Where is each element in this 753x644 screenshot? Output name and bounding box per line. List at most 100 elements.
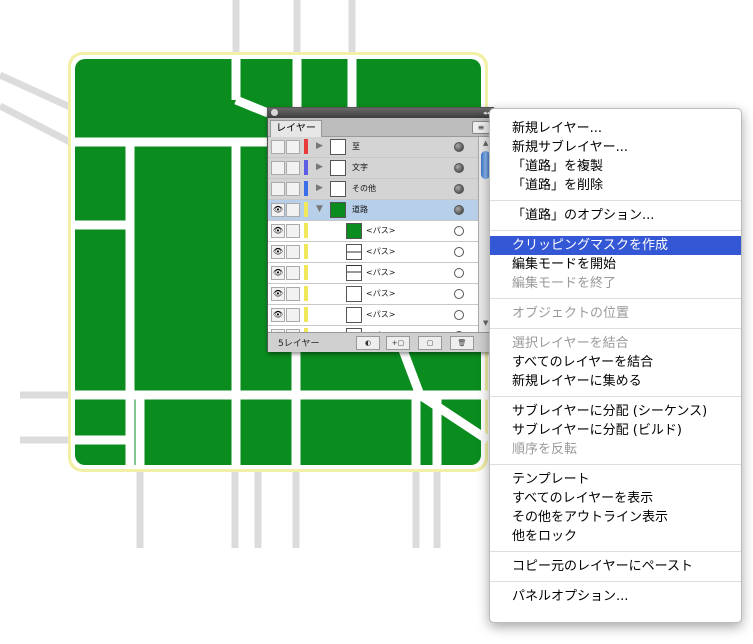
layer-thumbnail (330, 202, 346, 218)
menu-separator (490, 298, 741, 299)
menu-item[interactable]: パネルオプション... (490, 587, 741, 606)
target-circle[interactable] (454, 289, 464, 299)
tab-layers[interactable]: レイヤー (270, 120, 322, 137)
scroll-down-icon[interactable]: ▼ (483, 319, 488, 327)
sublayer-row[interactable]: 👁 <パス> (268, 284, 478, 305)
path-name: <パス> (366, 310, 396, 319)
menu-item: 選択レイヤーを結合 (490, 334, 741, 353)
menu-item[interactable]: 「道路」を削除 (490, 176, 741, 195)
panel-tabs: レイヤー ≡ (268, 118, 493, 137)
make-clip-icon[interactable]: ◐ (356, 336, 380, 350)
menu-separator (490, 200, 741, 201)
lock-toggle[interactable] (286, 182, 300, 196)
expand-down-icon[interactable]: ▼ (316, 204, 323, 214)
layer-row[interactable]: ▶ その他 (268, 179, 478, 200)
menu-item[interactable]: 新規レイヤー... (490, 119, 741, 138)
visibility-toggle[interactable]: 👁 (271, 287, 285, 301)
visibility-toggle[interactable]: 👁 (271, 245, 285, 259)
expand-right-icon[interactable]: ▶ (316, 183, 323, 193)
menu-separator (490, 328, 741, 329)
new-layer-icon[interactable]: ▢ (418, 336, 442, 350)
menu-item-label: 編集モードを終了 (512, 276, 617, 291)
layer-row[interactable]: 👁 ▼ 道路 (268, 200, 478, 221)
menu-item[interactable]: テンプレート (490, 470, 741, 489)
menu-item[interactable]: 新規サブレイヤー... (490, 138, 741, 157)
target-circle[interactable] (454, 268, 464, 278)
layer-row[interactable]: ▶ 文字 (268, 158, 478, 179)
target-circle[interactable] (454, 310, 464, 320)
menu-item: 順序を反転 (490, 440, 741, 459)
panel-titlebar[interactable]: ◂◂ (268, 108, 493, 118)
layers-context-menu: 新規レイヤー... 新規サブレイヤー... 「道路」を複製 「道路」を削除「道路」のオ… (489, 108, 742, 623)
menu-item-label: パネルオプション... (512, 589, 629, 604)
visibility-toggle[interactable]: 👁 (271, 224, 285, 238)
layers-panel: ◂◂ レイヤー ≡ ▶ 至 ▶ 文字 ▶ その他 👁 ▼ 道路 👁 <パス> 👁 <パス> 👁 <パス> 👁 <… (267, 107, 494, 352)
menu-separator (490, 230, 741, 231)
target-circle[interactable] (454, 163, 464, 173)
sublayer-row[interactable]: 👁 <パス> (268, 305, 478, 326)
menu-item[interactable]: その他をアウトライン表示 (490, 508, 741, 527)
menu-item[interactable]: クリッピングマスクを作成 (490, 236, 741, 255)
visibility-toggle[interactable]: 👁 (271, 308, 285, 322)
menu-item-label: 「道路」を複製 (512, 159, 604, 174)
menu-item[interactable]: すべてのレイヤーを結合 (490, 353, 741, 372)
menu-item-label: オブジェクトの位置 (512, 306, 630, 321)
menu-item-label: 新規サブレイヤー... (512, 140, 629, 155)
sublayer-row[interactable]: 👁 <パス> (268, 221, 478, 242)
layer-color-bar (304, 286, 308, 301)
trash-icon[interactable]: 🗑 (450, 336, 474, 350)
target-circle[interactable] (454, 205, 464, 215)
lock-toggle[interactable] (286, 308, 300, 322)
menu-item[interactable]: コピー元のレイヤーにペースト (490, 557, 741, 576)
layer-row[interactable]: ▶ 至 (268, 137, 478, 158)
visibility-toggle[interactable] (271, 182, 285, 196)
menu-item[interactable]: 「道路」のオプション... (490, 206, 741, 225)
lock-toggle[interactable] (286, 140, 300, 154)
layer-count: 5レイヤー (278, 339, 320, 349)
close-icon[interactable] (271, 109, 278, 116)
visibility-toggle[interactable]: 👁 (271, 203, 285, 217)
layer-color-bar (304, 307, 308, 322)
expand-right-icon[interactable]: ▶ (316, 162, 323, 172)
menu-item-label: その他をアウトライン表示 (512, 510, 669, 525)
path-thumbnail (346, 286, 362, 302)
menu-item: オブジェクトの位置 (490, 304, 741, 323)
expand-right-icon[interactable]: ▶ (316, 141, 323, 151)
eye-icon: 👁 (272, 310, 284, 319)
lock-toggle[interactable] (286, 224, 300, 238)
visibility-toggle[interactable]: 👁 (271, 266, 285, 280)
target-circle[interactable] (454, 142, 464, 152)
layer-thumbnail (330, 139, 346, 155)
menu-item[interactable]: 他をロック (490, 527, 741, 546)
eye-icon: 👁 (272, 289, 284, 298)
menu-item[interactable]: サブレイヤーに分配 (シーケンス) (490, 402, 741, 421)
visibility-toggle[interactable] (271, 161, 285, 175)
lock-toggle[interactable] (286, 161, 300, 175)
sublayer-row[interactable]: 👁 <パス> (268, 263, 478, 284)
target-circle[interactable] (454, 184, 464, 194)
layer-color-bar (304, 244, 308, 259)
menu-item[interactable]: サブレイヤーに分配 (ビルド) (490, 421, 741, 440)
target-circle[interactable] (454, 226, 464, 236)
menu-item[interactable]: 編集モードを開始 (490, 255, 741, 274)
visibility-toggle[interactable] (271, 140, 285, 154)
scroll-up-icon[interactable]: ▲ (483, 139, 488, 147)
panel-menu-icon[interactable]: ≡ (472, 121, 490, 134)
lock-toggle[interactable] (286, 245, 300, 259)
menu-item-label: 「道路」を削除 (512, 178, 604, 193)
new-sublayer-icon[interactable]: +▢ (386, 336, 410, 350)
menu-item[interactable]: 新規レイヤーに集める (490, 372, 741, 391)
layer-color-bar (304, 160, 308, 175)
menu-item-label: 編集モードを開始 (512, 257, 617, 272)
lock-toggle[interactable] (286, 266, 300, 280)
lock-toggle[interactable] (286, 203, 300, 217)
sublayer-row[interactable]: 👁 <パス> (268, 242, 478, 263)
path-thumbnail (346, 223, 362, 239)
layer-name: その他 (352, 184, 376, 193)
target-circle[interactable] (454, 247, 464, 257)
menu-item[interactable]: 「道路」を複製 (490, 157, 741, 176)
menu-item[interactable]: すべてのレイヤーを表示 (490, 489, 741, 508)
layer-color-bar (304, 265, 308, 280)
menu-item-label: 順序を反転 (512, 442, 578, 457)
lock-toggle[interactable] (286, 287, 300, 301)
